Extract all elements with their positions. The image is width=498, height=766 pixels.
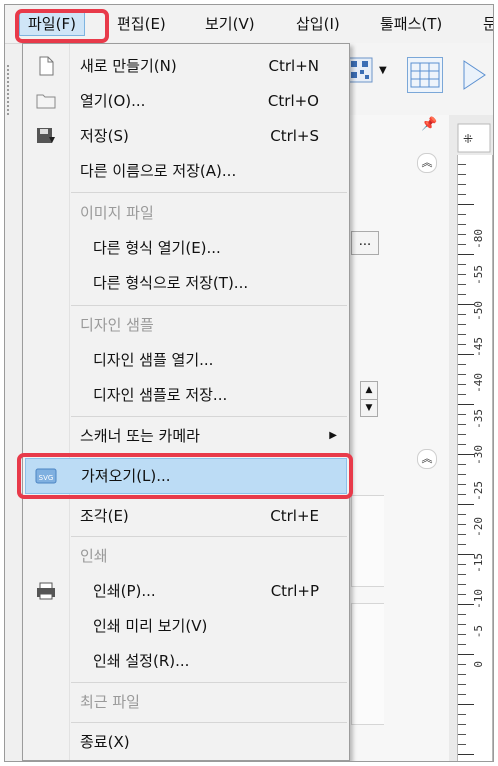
menu-separator bbox=[71, 416, 347, 417]
menu-item-open-other-format[interactable]: 다른 형식 열기(E)... bbox=[23, 231, 349, 265]
menu-item-new[interactable]: 새로 만들기(N) Ctrl+N bbox=[23, 49, 349, 83]
ruler-label: -20 bbox=[472, 517, 485, 537]
menu-item-scanner-camera[interactable]: 스캐너 또는 카메라 ▶ bbox=[23, 419, 349, 453]
menu-separator bbox=[71, 192, 347, 193]
save-icon bbox=[37, 128, 55, 143]
ruler-label: -15 bbox=[472, 553, 485, 573]
menu-edit[interactable]: 편집(E) bbox=[109, 13, 174, 35]
menu-separator bbox=[71, 536, 347, 537]
collapse-up-icon-2[interactable]: ︽ bbox=[417, 449, 437, 469]
pin-icon[interactable]: 📌 bbox=[421, 117, 437, 132]
ruler-label: -40 bbox=[472, 373, 485, 393]
file-dropdown-menu: 새로 만들기(N) Ctrl+N 열기(O)... Ctrl+O 저장(S) Ctrl… bbox=[22, 43, 350, 761]
new-file-icon bbox=[39, 56, 54, 76]
svg-text:SVG: SVG bbox=[39, 474, 54, 482]
svg-text:⁜: ⁜ bbox=[463, 132, 473, 146]
svg-import-icon: SVG bbox=[35, 468, 57, 484]
ruler-label: -45 bbox=[472, 337, 485, 357]
ruler-label: -35 bbox=[472, 409, 485, 429]
menu-header-recent-files: 최근 파일 bbox=[80, 693, 140, 711]
menu-item-print-setup[interactable]: 인쇄 설정(R)... bbox=[23, 644, 349, 678]
ruler-label: -10 bbox=[472, 589, 485, 609]
app-window: 파일(F) 편집(E) 보기(V) 삽입(I) 툴패스(T) 문 ▼ 📌 ︽ ︽… bbox=[4, 4, 494, 762]
menu-separator bbox=[71, 496, 347, 497]
submenu-arrow-icon: ▶ bbox=[329, 430, 337, 441]
browse-button[interactable]: ... bbox=[351, 231, 379, 255]
menu-item-import[interactable]: SVG 가져오기(L)... bbox=[25, 458, 347, 494]
menu-item-print-preview[interactable]: 인쇄 미리 보기(V) bbox=[23, 609, 349, 643]
folder-icon bbox=[36, 94, 56, 109]
toolbar-grip bbox=[7, 65, 13, 115]
menu-item-open-design-sample[interactable]: 디자인 샘플 열기... bbox=[23, 343, 349, 377]
menu-header-print: 인쇄 bbox=[80, 547, 108, 565]
menu-item-exit[interactable]: 종료(X) bbox=[23, 725, 349, 759]
panel-group-box-2 bbox=[351, 603, 384, 725]
menu-bar: 파일(F) 편집(E) 보기(V) 삽입(I) 툴패스(T) 문 bbox=[5, 5, 493, 44]
menu-item-open[interactable]: 열기(O)... Ctrl+O bbox=[23, 84, 349, 118]
menu-item-slice[interactable]: 조각(E) Ctrl+E bbox=[23, 499, 349, 533]
spin-stepper[interactable]: ▲ ▼ bbox=[360, 381, 378, 417]
menu-insert[interactable]: 삽입(I) bbox=[288, 13, 348, 35]
vertical-ruler: -80 -55 -50 -45 -40 -35 -30 -25 -20 -15 … bbox=[457, 155, 493, 761]
qr-icon[interactable] bbox=[347, 57, 373, 83]
menu-view[interactable]: 보기(V) bbox=[197, 13, 263, 35]
ruler-label: -80 bbox=[472, 229, 485, 249]
spin-down-icon[interactable]: ▼ bbox=[361, 399, 377, 417]
menu-item-save-other-format[interactable]: 다른 형식으로 저장(T)... bbox=[23, 266, 349, 300]
menu-item-save[interactable]: 저장(S) Ctrl+S bbox=[23, 119, 349, 153]
printer-icon bbox=[37, 582, 55, 600]
dropdown-arrow-icon[interactable]: ▼ bbox=[379, 65, 387, 76]
menu-item-save-design-sample[interactable]: 디자인 샘플로 저장... bbox=[23, 378, 349, 412]
menu-file[interactable]: 파일(F) bbox=[19, 12, 85, 36]
ruler-label: -25 bbox=[472, 481, 485, 501]
menu-item-save-as[interactable]: 다른 이름으로 저장(A)... bbox=[23, 154, 349, 188]
grid-icon[interactable] bbox=[407, 57, 443, 93]
toolbar: ▼ bbox=[345, 43, 493, 116]
spin-up-icon[interactable]: ▲ bbox=[361, 382, 377, 399]
menu-more[interactable]: 문 bbox=[475, 13, 493, 35]
ruler-label: -5 bbox=[472, 625, 485, 639]
menu-header-design-sample: 디자인 샘플 bbox=[80, 316, 154, 334]
menu-header-image-file: 이미지 파일 bbox=[80, 204, 154, 222]
ruler-label: -50 bbox=[472, 301, 485, 321]
play-icon[interactable] bbox=[461, 59, 487, 91]
menu-separator bbox=[71, 456, 347, 457]
menu-separator bbox=[71, 722, 347, 723]
ruler-corner-icon: ⁜ bbox=[457, 123, 491, 153]
menu-separator bbox=[71, 682, 347, 683]
menu-item-print[interactable]: 인쇄(P)... Ctrl+P bbox=[23, 574, 349, 608]
panel-group-box bbox=[351, 495, 384, 587]
ruler-label: -55 bbox=[472, 265, 485, 285]
collapse-up-icon[interactable]: ︽ bbox=[417, 153, 437, 173]
ruler-label: 0 bbox=[472, 661, 485, 668]
menu-toolpath[interactable]: 툴패스(T) bbox=[372, 13, 450, 35]
menu-separator bbox=[71, 305, 347, 306]
ruler-label: -30 bbox=[472, 445, 485, 465]
